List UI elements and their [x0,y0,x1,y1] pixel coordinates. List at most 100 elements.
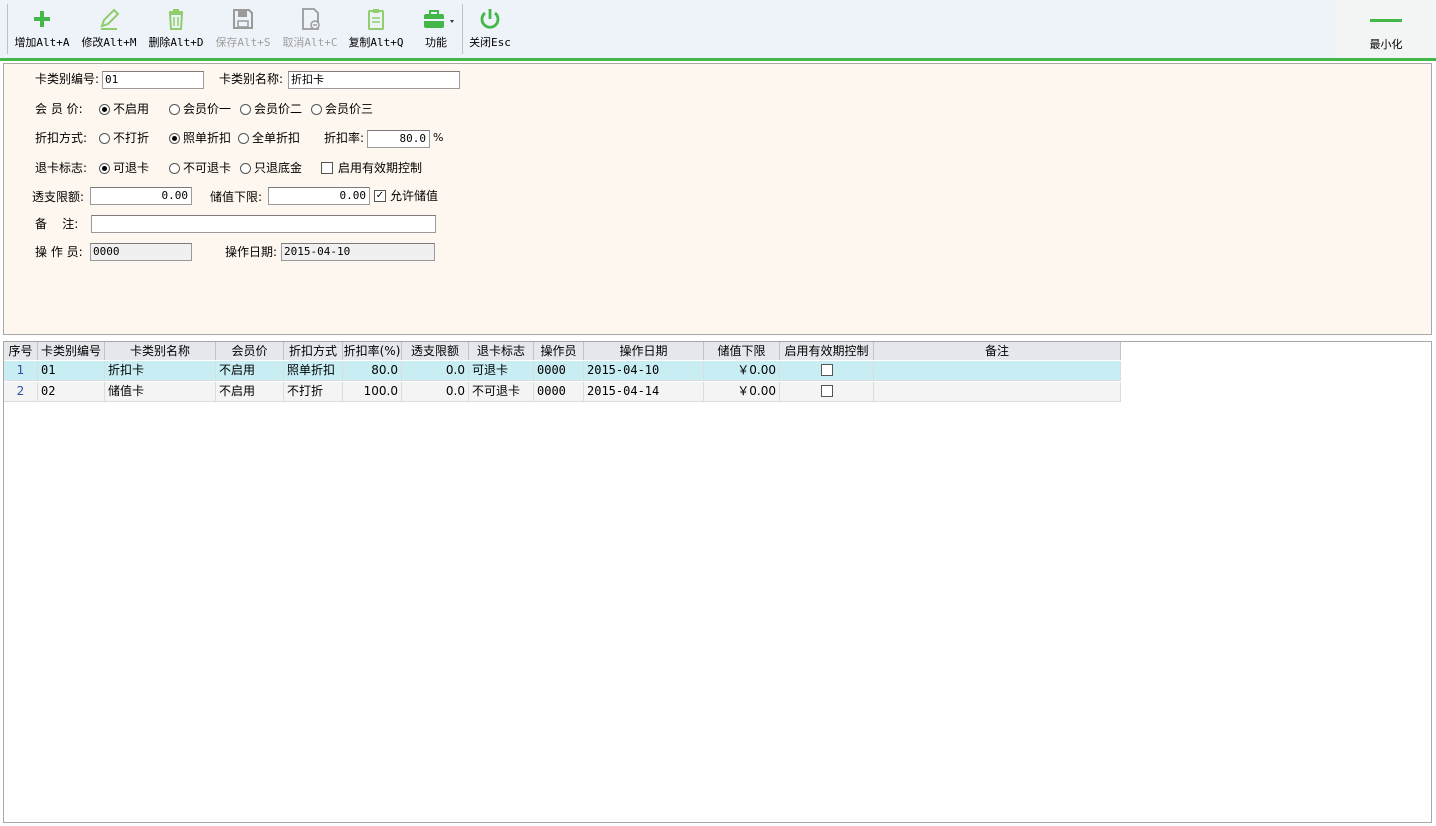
cancel-button[interactable]: 取消Alt+C [280,6,340,54]
table-cell [874,382,1121,402]
table-cell: ￥0.00 [704,382,780,402]
refundable-label: 可退卡 [113,161,150,175]
member-price-3-label: 会员价三 [325,102,374,116]
copy-button-label: 复制Alt+Q [348,36,404,49]
column-header[interactable]: 储值下限 [704,342,780,360]
member-price-label: 会 员 价: [35,102,83,116]
whole-bill-discount-label: 全单折扣 [252,131,301,145]
column-header[interactable]: 折扣方式 [284,342,343,360]
column-header[interactable]: 卡类别名称 [105,342,216,360]
table-cell [780,382,874,402]
table-cell: 不启用 [216,382,284,402]
validity-control-label: 启用有效期控制 [338,161,423,175]
close-button-label: 关闭Esc [469,36,511,49]
column-header[interactable]: 序号 [4,342,38,360]
member-price-2-radio[interactable] [240,104,251,115]
table-cell: 80.0 [343,361,402,381]
validity-control-checkbox[interactable] [321,162,333,174]
table-cell: 0.0 [402,382,469,402]
no-discount-label: 不打折 [113,131,150,145]
member-price-none-label: 不启用 [113,102,150,116]
item-discount-radio[interactable] [169,133,180,144]
save-button[interactable]: 保存Alt+S [213,6,273,54]
add-button[interactable]: 增加Alt+A [12,6,72,54]
add-button-label: 增加Alt+A [14,36,70,49]
no-discount-radio[interactable] [99,133,110,144]
toolbar-separator [462,4,463,54]
refundable-radio[interactable] [99,163,110,174]
edit-button[interactable]: 修改Alt+M [78,6,140,54]
member-price-none-radio[interactable] [99,104,110,115]
percent-sign: % [433,131,444,144]
whole-bill-discount-radio[interactable] [238,133,249,144]
table-cell: 0.0 [402,361,469,381]
column-header[interactable]: 会员价 [216,342,284,360]
discount-rate-input[interactable]: 80.0 [367,130,430,148]
table-cell: 0000 [534,382,584,402]
cancel-button-label: 取消Alt+C [282,36,338,49]
function-menu-button[interactable]: 功能 [414,6,458,54]
op-date-input: 2015-04-10 [281,243,435,261]
clipboard-icon [368,9,384,30]
minimize-button[interactable]: 最小化 [1354,8,1418,56]
save-button-label: 保存Alt+S [215,36,271,49]
table-cell: 不打折 [284,382,343,402]
column-header[interactable]: 操作日期 [584,342,704,360]
code-input[interactable]: 01 [102,71,204,89]
table-cell: 不启用 [216,361,284,381]
allow-stored-value-label: 允许储值 [390,189,439,203]
allow-stored-value-checkbox[interactable]: ✓ [374,190,386,202]
code-label: 卡类别编号: [35,72,100,86]
member-price-3-radio[interactable] [311,104,322,115]
copy-button[interactable]: 复制Alt+Q [346,6,406,54]
refund-base-only-radio[interactable] [240,163,251,174]
refund-base-only-label: 只退底金 [254,161,303,175]
table-cell: 100.0 [343,382,402,402]
close-button[interactable]: 关闭Esc [466,6,514,54]
column-header[interactable]: 卡类别编号 [38,342,105,360]
cancel-document-icon [302,8,320,30]
non-refundable-radio[interactable] [169,163,180,174]
validity-control-cell-checkbox[interactable] [820,385,833,397]
table-cell: ￥0.00 [704,361,780,381]
op-date-label: 操作日期: [225,245,278,259]
toolbox-icon [424,10,454,28]
table-cell: 折扣卡 [105,361,216,381]
column-header[interactable]: 启用有效期控制 [780,342,874,360]
member-price-1-radio[interactable] [169,104,180,115]
minimize-area: 最小化 [1336,0,1436,58]
edit-button-label: 修改Alt+M [81,36,137,49]
remark-input[interactable] [91,215,436,233]
function-menu-label: 功能 [425,36,447,49]
column-header[interactable]: 退卡标志 [469,342,534,360]
table-cell [780,361,874,381]
minimize-icon [1370,19,1402,22]
plus-icon [34,11,50,27]
column-header[interactable]: 备注 [874,342,1121,360]
discount-rate-label: 折扣率: [324,131,365,145]
validity-control-cell-checkbox[interactable] [820,364,833,376]
delete-button[interactable]: 删除Alt+D [146,6,206,54]
non-refundable-label: 不可退卡 [183,161,232,175]
table-cell [874,361,1121,381]
power-icon [480,9,500,29]
table-cell: 01 [38,361,105,381]
table-row[interactable]: 1 01 折扣卡 不启用 照单折扣 80.0 0.0 可退卡 0000 2015-04-10 ￥0.… [4,361,1121,381]
table-cell: 1 [4,361,38,381]
table-cell: 2 [4,382,38,402]
name-input[interactable]: 折扣卡 [288,71,460,89]
column-header[interactable]: 透支限额 [402,342,469,360]
table-cell: 02 [38,382,105,402]
column-header[interactable]: 操作员 [534,342,584,360]
table-row[interactable]: 2 02 储值卡 不启用 不打折 100.0 0.0 不可退卡 0000 2015-04-14 ￥0… [4,382,1121,402]
min-balance-input[interactable]: 0.00 [268,187,370,205]
operator-input: 0000 [90,243,192,261]
member-price-1-label: 会员价一 [183,102,232,116]
table-cell: 可退卡 [469,361,534,381]
card-type-form: 卡类别编号: 01 卡类别名称: 折扣卡 会 员 价: 不启用 会员价一 会员价… [3,63,1432,335]
column-header[interactable]: 折扣率(%) [343,342,402,360]
overdraft-input[interactable]: 0.00 [90,187,192,205]
delete-button-label: 删除Alt+D [148,36,204,49]
table-cell: 2015-04-14 [584,382,704,402]
name-label: 卡类别名称: [219,72,284,86]
